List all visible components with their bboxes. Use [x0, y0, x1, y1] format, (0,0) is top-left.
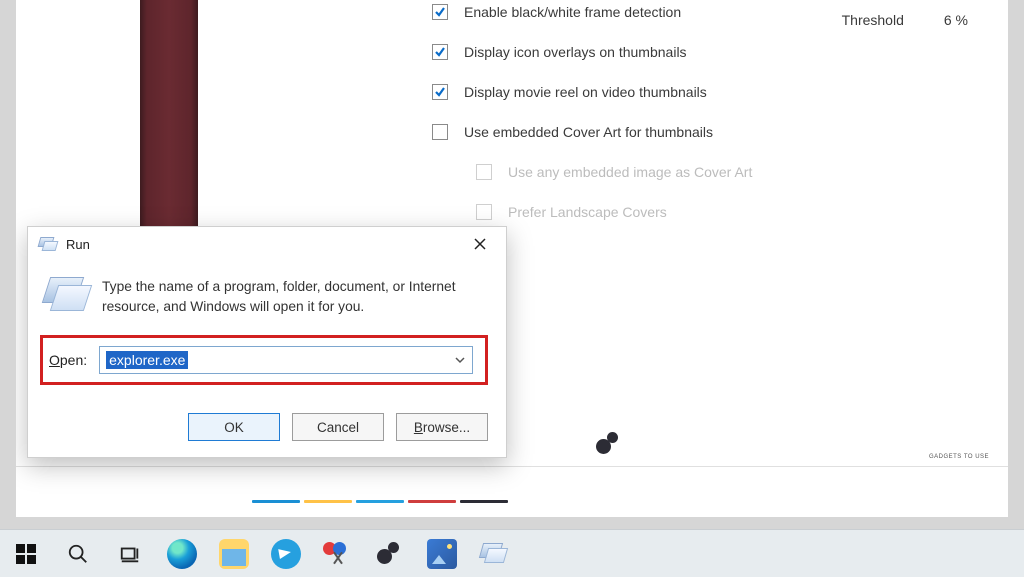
checkbox-icon[interactable] — [432, 124, 448, 140]
edge-icon — [167, 539, 197, 569]
run-icon — [38, 234, 58, 254]
browse-button[interactable]: Browse... — [396, 413, 488, 441]
checkbox-icon[interactable] — [432, 4, 448, 20]
threshold-label: Threshold — [842, 12, 904, 28]
bg-tab-strip — [252, 500, 508, 503]
open-label: Open: — [49, 352, 87, 368]
checkbox-icon — [476, 204, 492, 220]
file-explorer-icon — [219, 539, 249, 569]
option-row: Use any embedded image as Cover Art — [432, 152, 968, 192]
run-icon — [479, 539, 509, 569]
taskbar — [0, 529, 1024, 577]
taskbar-telegram[interactable] — [260, 530, 312, 577]
threshold-value: 6 % — [944, 12, 968, 28]
snip-sketch-icon — [323, 539, 353, 569]
open-input-value[interactable]: explorer.exe — [106, 351, 188, 369]
watermark: GADGETS TO USE — [924, 433, 994, 461]
option-label: Enable black/white frame detection — [464, 4, 681, 20]
run-dialog: Run Type the name of a program, folder, … — [27, 226, 507, 458]
option-row: Prefer Landscape Covers — [432, 192, 968, 232]
chevron-down-icon[interactable] — [454, 354, 466, 366]
option-row[interactable]: Use embedded Cover Art for thumbnails — [432, 112, 968, 152]
task-view-button[interactable] — [104, 530, 156, 577]
taskbar-run[interactable] — [468, 530, 520, 577]
checkbox-icon[interactable] — [432, 84, 448, 100]
option-label: Display movie reel on video thumbnails — [464, 84, 707, 100]
open-combobox[interactable]: explorer.exe — [99, 346, 473, 374]
option-label: Use any embedded image as Cover Art — [508, 164, 752, 180]
taskbar-steam[interactable] — [364, 530, 416, 577]
option-label: Display icon overlays on thumbnails — [464, 44, 687, 60]
open-field-highlight: Open: explorer.exe — [40, 335, 488, 385]
checkbox-icon[interactable] — [432, 44, 448, 60]
search-icon — [67, 543, 89, 565]
run-large-icon — [46, 277, 88, 315]
taskbar-file-explorer[interactable] — [208, 530, 260, 577]
run-title: Run — [58, 237, 458, 252]
telegram-icon — [271, 539, 301, 569]
divider — [16, 466, 1008, 467]
settings-panel: Threshold 6 % Enable black/white frame d… — [432, 0, 968, 232]
option-row[interactable]: Display movie reel on video thumbnails — [432, 72, 968, 112]
search-button[interactable] — [52, 530, 104, 577]
taskbar-snip[interactable] — [312, 530, 364, 577]
close-button[interactable] — [458, 229, 502, 259]
option-label: Use embedded Cover Art for thumbnails — [464, 124, 713, 140]
taskbar-photos[interactable] — [416, 530, 468, 577]
taskbar-edge[interactable] — [156, 530, 208, 577]
photos-icon — [427, 539, 457, 569]
ok-button[interactable]: OK — [188, 413, 280, 441]
start-button[interactable] — [0, 530, 52, 577]
run-titlebar[interactable]: Run — [28, 227, 506, 261]
cancel-button[interactable]: Cancel — [292, 413, 384, 441]
task-view-icon — [119, 543, 141, 565]
close-icon — [474, 238, 486, 250]
checkbox-icon — [476, 164, 492, 180]
run-description: Type the name of a program, folder, docu… — [102, 277, 488, 317]
option-label: Prefer Landscape Covers — [508, 204, 667, 220]
windows-logo-icon — [16, 544, 36, 564]
steam-icon[interactable] — [594, 429, 624, 459]
bg-pillar — [140, 0, 198, 246]
steam-icon — [375, 539, 405, 569]
